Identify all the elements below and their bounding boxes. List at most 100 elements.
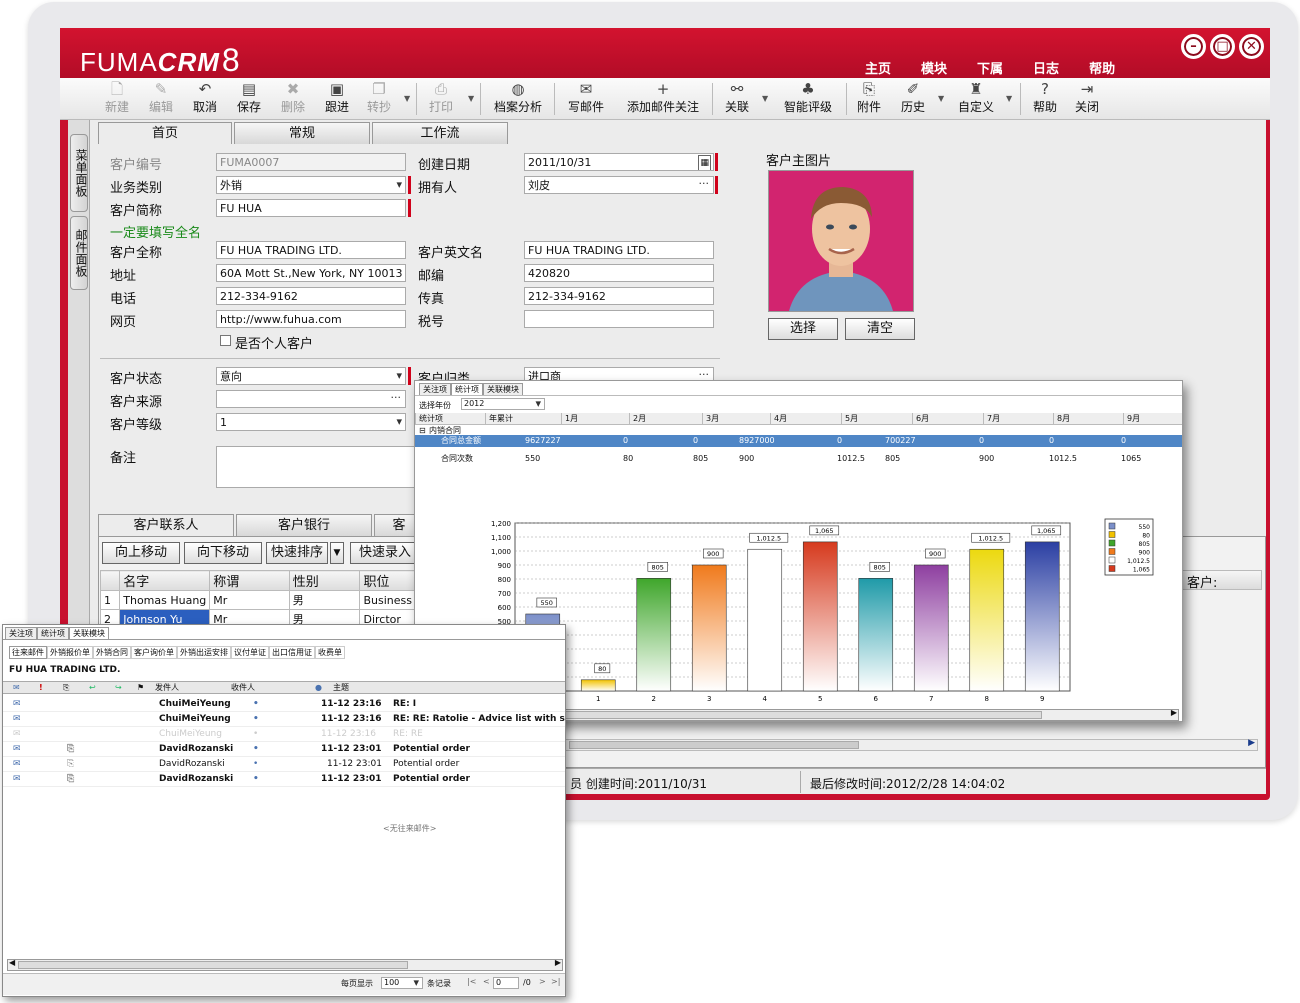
last-page-icon[interactable]: >|	[551, 977, 560, 986]
nav-help[interactable]: 帮助	[1089, 58, 1115, 77]
edit-button[interactable]: ✎ 编辑	[146, 80, 176, 118]
tab-related-modules[interactable]: 关联模块	[483, 383, 523, 395]
subtab[interactable]: 出口信用证	[269, 646, 315, 659]
column-header[interactable]: 性别	[288, 570, 361, 591]
chevron-down-icon[interactable]: ▼	[330, 542, 344, 564]
help-button[interactable]: ? 帮助	[1030, 80, 1060, 118]
minimize-icon[interactable]: –	[1181, 34, 1206, 59]
subtab[interactable]: 收费单	[315, 646, 345, 659]
year-select[interactable]: 2012	[461, 398, 545, 410]
subtab[interactable]: 议付单证	[231, 646, 269, 659]
column-header[interactable]: 名字	[119, 570, 211, 591]
follow-button[interactable]: ▣ 跟进	[322, 80, 352, 118]
smart-rating-button[interactable]: ♣ 智能评级	[778, 80, 838, 118]
recipient-header[interactable]: 收件人	[231, 682, 255, 693]
table-row[interactable]: 合同次数 550 80 805 900 1012.5 805 900 1012.…	[415, 453, 1182, 465]
short-name-field[interactable]: FU HUA	[216, 199, 406, 217]
chevron-down-icon[interactable]: ▼	[468, 94, 474, 103]
column-header[interactable]: 称谓	[209, 570, 290, 591]
nav-log[interactable]: 日志	[1033, 58, 1059, 77]
maximize-icon[interactable]: □	[1210, 34, 1235, 59]
subject-header[interactable]: 主题	[333, 682, 349, 693]
contact-gender[interactable]: 男	[288, 590, 361, 610]
subtab[interactable]: 客户询价单	[131, 646, 177, 659]
personal-checkbox[interactable]	[220, 335, 231, 346]
calendar-icon[interactable]: ▦	[698, 155, 711, 170]
photo-select-button[interactable]: 选择	[768, 318, 838, 340]
web-field[interactable]: http://www.fuhua.com	[216, 310, 406, 328]
address-field[interactable]: 60A Mott St.,New York, NY 10013	[216, 264, 406, 282]
add-mail-follow-button[interactable]: + 添加邮件关注	[622, 80, 704, 118]
owner-field[interactable]: 刘皮	[524, 176, 714, 194]
delete-button[interactable]: ✖ 删除	[278, 80, 308, 118]
tab-statistics[interactable]: 统计项	[37, 627, 69, 639]
save-button[interactable]: ▤ 保存	[234, 80, 264, 118]
flag-icon[interactable]: ⚑	[137, 682, 144, 693]
mail-row[interactable]: ✉ ⎘ DavidRozanski • 11-12 23:01 Potentia…	[3, 772, 565, 787]
forward-icon[interactable]: ↪	[115, 682, 122, 693]
horizontal-scrollbar[interactable]: ▶	[548, 738, 1258, 751]
nav-subordinates[interactable]: 下属	[977, 58, 1003, 77]
zip-field[interactable]: 420820	[524, 264, 714, 282]
attachment-icon[interactable]: ⎘	[63, 682, 69, 693]
chevron-down-icon[interactable]: ▼	[404, 94, 410, 103]
tab-home[interactable]: 首页	[98, 122, 232, 144]
new-button[interactable]: 🗋 新建	[102, 80, 132, 118]
subtab[interactable]: 外销出运安排	[177, 646, 231, 659]
write-mail-button[interactable]: ✉ 写邮件	[564, 80, 608, 118]
phone-field[interactable]: 212-334-9162	[216, 287, 406, 305]
photo-clear-button[interactable]: 清空	[845, 318, 915, 340]
priority-icon[interactable]: !	[39, 682, 43, 693]
create-date-field[interactable]: 2011/10/31 ▦	[524, 153, 714, 171]
tax-field[interactable]	[524, 310, 714, 328]
level-select[interactable]: 1	[216, 413, 406, 431]
mail-icon[interactable]: ✉	[13, 682, 20, 693]
fax-field[interactable]: 212-334-9162	[524, 287, 714, 305]
column-header[interactable]: 职位	[359, 570, 416, 591]
tab-workflow[interactable]: 工作流	[372, 122, 508, 144]
contact-position[interactable]: Business	[359, 590, 416, 610]
contact-title[interactable]: Mr	[209, 590, 290, 610]
next-page-icon[interactable]: >	[539, 977, 546, 986]
scroll-right-icon[interactable]: ▶	[1248, 738, 1255, 748]
close-icon[interactable]: ✕	[1239, 34, 1264, 59]
full-name-field[interactable]: FU HUA TRADING LTD.	[216, 241, 406, 259]
quick-sort-button[interactable]: 快速排序	[266, 542, 328, 564]
biz-type-select[interactable]: 外销	[216, 176, 406, 194]
tab-related-modules[interactable]: 关联模块	[69, 627, 109, 639]
column-header[interactable]: 客户:	[1182, 570, 1262, 591]
print-button[interactable]: ⎙ 打印	[426, 80, 456, 118]
mail-row[interactable]: ✉ ChuiMeiYeung • 11-12 23:16 RE: RE	[3, 727, 565, 742]
customize-button[interactable]: ♜ 自定义	[954, 80, 998, 118]
subtab[interactable]: 外销合同	[93, 646, 131, 659]
close-button[interactable]: ⇥ 关闭	[1072, 80, 1102, 118]
nav-home[interactable]: 主页	[865, 58, 891, 77]
quick-entry-button[interactable]: 快速录入	[350, 542, 420, 564]
mail-row[interactable]: ✉ ⎘ DavidRozanski • 11-12 23:01 Potentia…	[3, 757, 565, 772]
tab-contacts[interactable]: 客户联系人	[98, 514, 234, 536]
tab-general[interactable]: 常规	[234, 122, 370, 144]
reply-icon[interactable]: ↩	[89, 682, 96, 693]
chevron-down-icon[interactable]: ▼	[938, 94, 944, 103]
status-select[interactable]: 意向	[216, 367, 406, 385]
sender-header[interactable]: 发件人	[155, 682, 179, 693]
first-page-icon[interactable]: |<	[467, 977, 476, 986]
copy-button[interactable]: ❐ 转抄	[364, 80, 394, 118]
page-size-select[interactable]: 100	[381, 977, 423, 989]
read-status-icon[interactable]: ●	[315, 682, 322, 693]
cancel-button[interactable]: ↶ 取消	[190, 80, 220, 118]
move-up-button[interactable]: 向上移动	[102, 542, 180, 564]
english-name-field[interactable]: FU HUA TRADING LTD.	[524, 241, 714, 259]
tab-statistics[interactable]: 统计项	[451, 383, 483, 395]
tab-bank[interactable]: 客户银行	[236, 514, 372, 536]
history-button[interactable]: ✐ 历史	[898, 80, 928, 118]
subtab[interactable]: 外销报价单	[47, 646, 93, 659]
mail-panel-tab[interactable]: 邮件面板	[70, 216, 88, 290]
contact-name[interactable]: Thomas Huang	[119, 590, 211, 610]
prev-page-icon[interactable]: <	[483, 977, 490, 986]
subtab[interactable]: 往来邮件	[9, 646, 47, 659]
link-button[interactable]: ⚯ 关联	[722, 80, 752, 118]
archive-analysis-button[interactable]: ◍ 档案分析	[490, 80, 546, 118]
scrollbar-thumb[interactable]	[18, 961, 408, 969]
nav-modules[interactable]: 模块	[921, 58, 947, 77]
